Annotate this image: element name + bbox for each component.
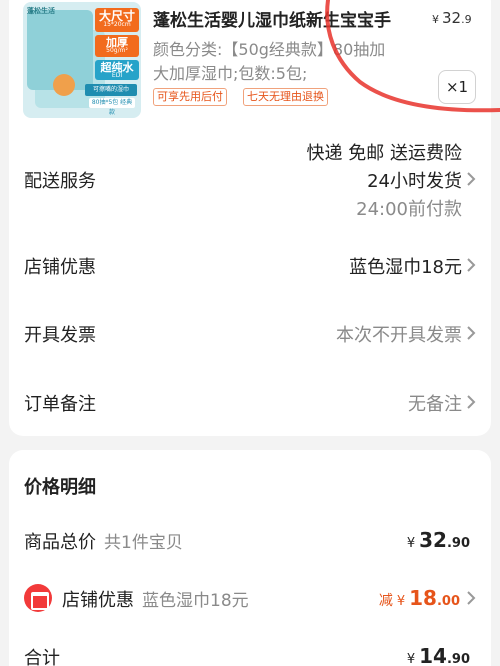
thumb-strip: 可擦嘴的湿巾: [85, 84, 137, 96]
product-spec-line2[interactable]: 大加厚湿巾;包数:5包;: [153, 60, 433, 84]
order-note-chevron-right-icon[interactable]: [464, 393, 478, 411]
product-image[interactable]: 蓬松生活 大尺寸 15*20cm 加厚 50g/m² 超纯水 EDI 可擦嘴的湿巾 8…: [23, 2, 141, 118]
order-note-value[interactable]: 无备注: [408, 390, 462, 416]
price-shop-discount-label: 店铺优惠: [62, 590, 134, 611]
price-detail-title: 价格明细: [24, 477, 96, 498]
discount-chevron-right-icon[interactable]: [464, 589, 478, 607]
price-shop-discount-row[interactable]: 店铺优惠 蓝色湿巾18元: [62, 586, 249, 612]
invoice-value[interactable]: 本次不开具发票: [336, 321, 462, 347]
thumb-tag-size: 大尺寸 15*20cm: [95, 8, 139, 32]
invoice-label: 开具发票: [24, 325, 96, 346]
thumb-strip-pack: 80抽*5包 经典款: [89, 98, 135, 116]
delivery-payment-deadline: 24:00前付款: [356, 199, 462, 220]
delivery-label: 配送服务: [24, 171, 96, 192]
goods-total-label: 商品总价: [24, 532, 96, 553]
delivery-methods[interactable]: 快递 免邮 送运费险: [307, 139, 462, 165]
product-title[interactable]: 蓬松生活婴儿湿巾纸新生宝宝手: [153, 6, 391, 31]
delivery-chevron-right-icon[interactable]: [464, 170, 478, 188]
goods-total-amount: ¥32.90: [406, 528, 470, 552]
total-amount: ¥14.90: [406, 644, 470, 666]
mascot-icon: [53, 74, 75, 96]
thumb-tag-thick: 加厚 50g/m²: [95, 35, 139, 57]
thumb-tag-water: 超纯水 EDI: [95, 60, 139, 80]
product-price: ¥32.9: [432, 9, 472, 27]
price-shop-discount-desc: 蓝色湿巾18元: [142, 591, 249, 611]
goods-total-count: 共1件宝贝: [104, 533, 183, 553]
delivery-dispatch-time[interactable]: 24小时发货: [367, 167, 462, 193]
discount-amount: 减 ¥18.00: [378, 586, 460, 610]
invoice-chevron-right-icon[interactable]: [464, 324, 478, 342]
shop-discount-value[interactable]: 蓝色湿巾18元: [349, 253, 462, 279]
quantity-stepper[interactable]: ×1: [438, 70, 476, 104]
shop-discount-label: 店铺优惠: [24, 257, 96, 278]
thumb-brand: 蓬松生活: [27, 7, 55, 15]
product-spec-line1[interactable]: 颜色分类:【50g经典款】80抽加: [153, 36, 433, 60]
order-note-label: 订单备注: [24, 394, 96, 415]
badge-pay-later: 可享先用后付: [153, 88, 227, 106]
total-label: 合计: [24, 648, 60, 666]
goods-total-row: 商品总价 共1件宝贝: [24, 528, 183, 554]
shop-discount-chevron-right-icon[interactable]: [464, 256, 478, 274]
shop-icon: [24, 584, 52, 612]
badge-seven-day-return: 七天无理由退换: [243, 88, 328, 106]
